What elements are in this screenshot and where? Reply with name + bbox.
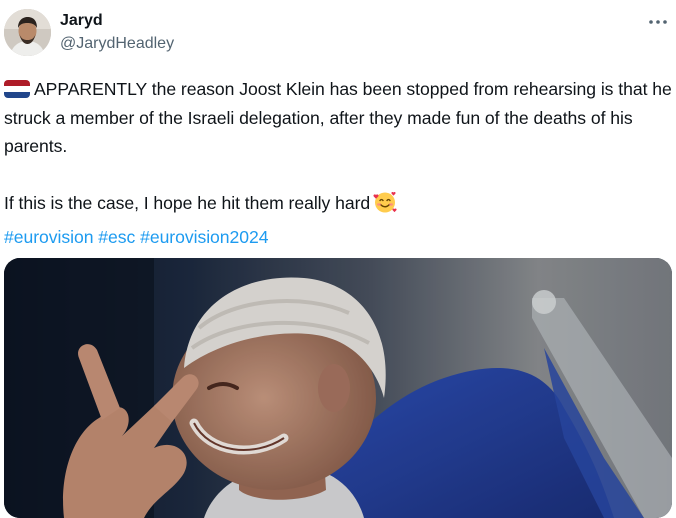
hashtag-list: #eurovision #esc #eurovision2024 <box>4 223 672 252</box>
tweet-media-image[interactable] <box>4 258 672 518</box>
netherlands-flag-icon <box>4 80 30 98</box>
tweet-text: APPARENTLY the reason Joost Klein has be… <box>4 75 672 251</box>
avatar[interactable] <box>4 9 51 56</box>
media-photo <box>4 258 672 518</box>
hashtag-link-esc[interactable]: #esc <box>98 227 135 247</box>
tweet-line-2: If this is the case, I hope he hit them … <box>4 193 371 213</box>
hashtag-link-eurovision[interactable]: #eurovision <box>4 227 93 247</box>
tweet-line-1: APPARENTLY the reason Joost Klein has be… <box>4 79 672 156</box>
tweet-paragraph-2: If this is the case, I hope he hit them … <box>4 189 672 223</box>
more-options-button[interactable] <box>644 8 672 36</box>
user-handle[interactable]: @JarydHeadley <box>60 33 174 55</box>
tweet-card: Jaryd @JarydHeadley APPARENTLY the reaso… <box>0 0 676 518</box>
more-horizontal-icon <box>649 20 667 24</box>
user-info: Jaryd @JarydHeadley <box>60 11 174 55</box>
display-name[interactable]: Jaryd <box>60 11 174 31</box>
tweet-paragraph-1: APPARENTLY the reason Joost Klein has be… <box>4 75 672 161</box>
hashtag-link-eurovision2024[interactable]: #eurovision2024 <box>140 227 268 247</box>
smiling-face-with-hearts-icon <box>373 190 397 223</box>
